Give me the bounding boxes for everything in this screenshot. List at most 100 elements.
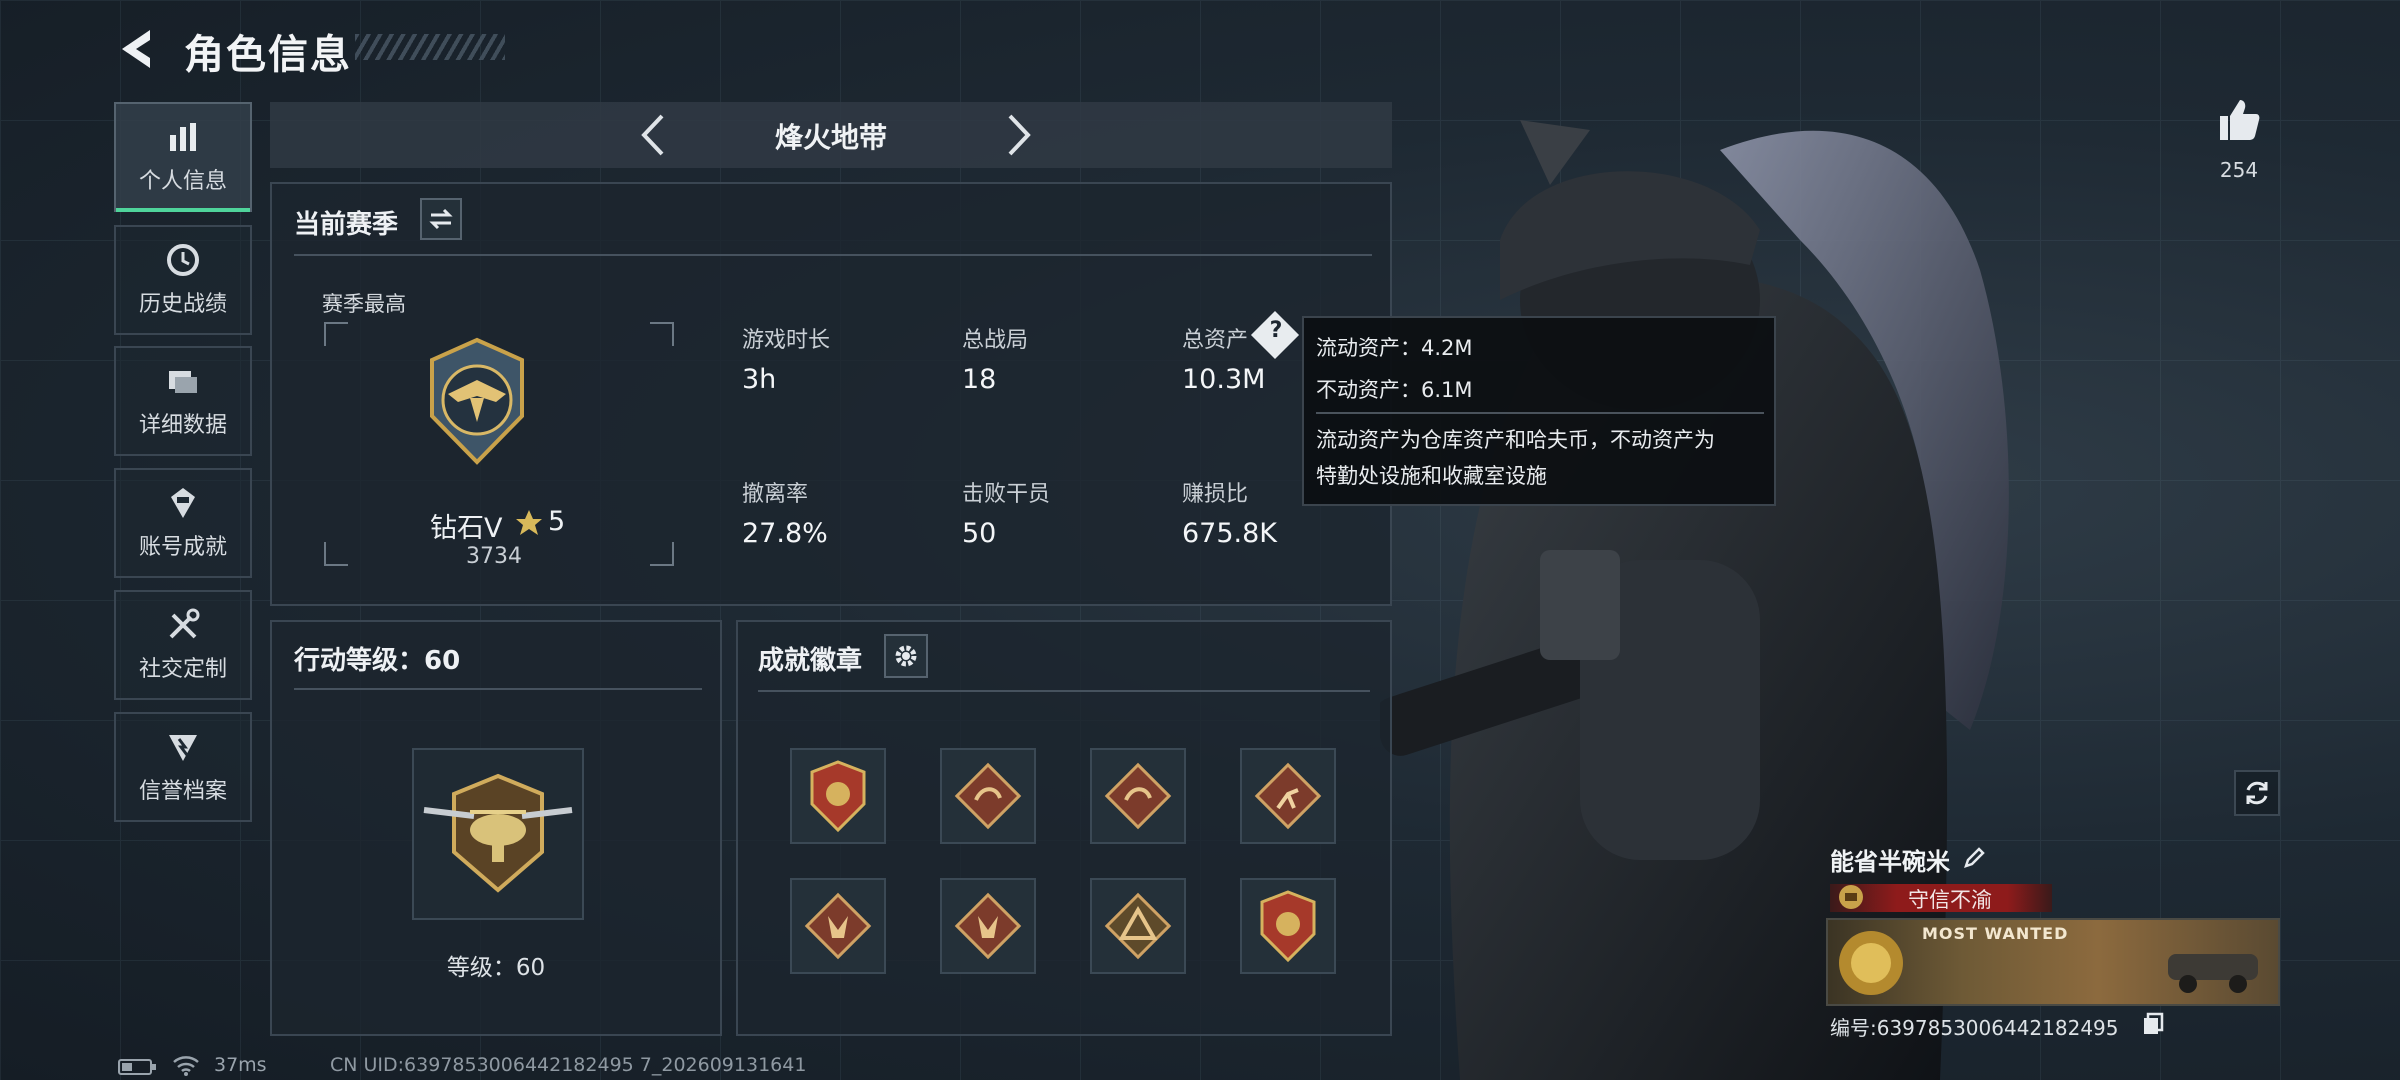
nav-label: 个人信息 <box>138 169 227 194</box>
stat-label-extraction-rate: 撤离率 <box>742 482 809 507</box>
vehicle-icon <box>2168 954 2258 993</box>
season-panel: 当前赛季 赛季最高 钻石V 5 3734 游戏时长 3h 总战局 18 总资产 … <box>270 182 1392 606</box>
wolf-badge-icon <box>954 892 1022 960</box>
rank-stars: 5 <box>548 506 566 537</box>
swap-icon <box>429 208 453 230</box>
tooltip-desc-line2: 特勤处设施和收藏室设施 <box>1316 464 1547 488</box>
tooltip-separator <box>1316 412 1764 414</box>
action-level-title: 行动等级：60 <box>294 646 461 676</box>
player-id: 编号:6397853006442182495 <box>1830 1016 2119 1040</box>
nav-item-detailed-data[interactable]: 详细数据 <box>114 346 252 456</box>
mode-selector-bar: 烽火地带 <box>270 102 1392 168</box>
page-title: 角色信息 <box>184 32 352 78</box>
refresh-icon <box>2246 781 2268 805</box>
stat-value-profit-ratio: 675.8K <box>1182 518 1278 549</box>
wolf-badge-icon <box>804 892 872 960</box>
achievement-badge[interactable] <box>1240 748 1336 844</box>
achievements-separator <box>758 690 1370 692</box>
nav-item-credit-file[interactable]: 信誉档案 <box>114 712 252 822</box>
action-level-separator <box>294 688 702 690</box>
mode-name: 烽火地带 <box>774 121 887 154</box>
level-emblem-frame <box>412 748 584 920</box>
stat-label-playtime: 游戏时长 <box>742 328 831 353</box>
frame-corner <box>650 542 674 566</box>
gear-icon <box>895 645 917 667</box>
player-name: 能省半碗米 <box>1830 848 1950 876</box>
stat-value-kills: 50 <box>962 518 997 549</box>
battery-icon <box>118 1059 156 1075</box>
bar-chart-icon <box>170 123 196 151</box>
title-decoration <box>355 34 505 60</box>
frame-corner <box>324 542 348 566</box>
thumbs-up-icon[interactable] <box>2214 96 2262 144</box>
tooltip-fixed-assets: 不动资产：6.1M <box>1316 378 1473 402</box>
card-text: MOST WANTED <box>1922 924 2069 943</box>
back-arrow-icon[interactable] <box>112 24 162 74</box>
stat-value-total-assets: 10.3M <box>1182 364 1266 395</box>
nav-label: 历史战绩 <box>138 292 227 317</box>
credit-seal-icon <box>1839 885 1863 909</box>
achievements-settings-button[interactable] <box>884 634 928 678</box>
like-count: 254 <box>2219 158 2259 182</box>
next-mode-chevron-icon[interactable] <box>992 110 1042 160</box>
achievement-badge[interactable] <box>790 878 886 974</box>
stat-value-extraction-rate: 27.8% <box>742 518 828 549</box>
star-icon <box>516 510 542 535</box>
nav-label: 社交定制 <box>138 657 227 682</box>
copy-icon[interactable] <box>2142 1012 2164 1036</box>
nav-label: 详细数据 <box>138 413 227 438</box>
tools-icon <box>169 608 200 639</box>
tooltip-desc-line1: 流动资产为仓库资产和哈夫币，不动资产为 <box>1316 428 1715 452</box>
runner-badge-icon <box>1254 762 1322 830</box>
player-card-banner[interactable]: MOST WANTED <box>1826 918 2280 1006</box>
credit-icon <box>169 735 197 761</box>
nav-item-social-custom[interactable]: 社交定制 <box>114 590 252 700</box>
achievements-panel: 成就徽章 <box>736 620 1392 1036</box>
nav-label: 信誉档案 <box>138 779 227 804</box>
achievements-title: 成就徽章 <box>758 646 863 676</box>
helicopter-emblem-icon <box>423 773 573 893</box>
wifi-icon <box>173 1056 199 1076</box>
nav-item-account-achievements[interactable]: 账号成就 <box>114 468 252 578</box>
stat-value-matches: 18 <box>962 364 997 395</box>
frame-corner <box>324 322 348 346</box>
credit-tag-text: 守信不渝 <box>1908 888 1992 912</box>
shield-badge-icon <box>1260 890 1316 963</box>
edit-pencil-icon[interactable] <box>1962 846 1986 870</box>
stat-label-profit-ratio: 赚损比 <box>1182 482 1249 507</box>
ping-text: 37ms <box>214 1054 267 1076</box>
season-switch-button[interactable] <box>420 198 462 240</box>
nav-item-history[interactable]: 历史战绩 <box>114 225 252 335</box>
gold-trophy-icon <box>1839 931 1903 995</box>
history-icon <box>167 244 199 276</box>
stat-label-matches: 总战局 <box>962 328 1029 353</box>
achievement-icon <box>171 488 195 518</box>
achievement-badge[interactable] <box>1090 878 1186 974</box>
folders-icon <box>169 371 197 393</box>
level-text: 等级：60 <box>446 955 546 981</box>
assets-tooltip: 流动资产：4.2M 不动资产：6.1M 流动资产为仓库资产和哈夫币，不动资产为 … <box>1302 316 1776 506</box>
action-level-panel: 行动等级：60 等级：60 <box>270 620 722 1036</box>
triangle-badge-icon <box>1104 892 1172 960</box>
question-icon: ? <box>1269 318 1283 343</box>
stat-label-total-assets: 总资产 <box>1182 328 1249 353</box>
achievement-badge[interactable] <box>940 878 1036 974</box>
uid-text: CN UID:6397853006442182495 7_20260913164… <box>330 1054 807 1076</box>
stat-value-playtime: 3h <box>742 364 777 395</box>
rotate-view-button[interactable] <box>2234 770 2280 816</box>
rank-name: 钻石V <box>430 513 503 544</box>
dragon-badge-icon <box>1104 762 1172 830</box>
season-separator <box>294 254 1372 256</box>
achievement-badge[interactable] <box>1090 748 1186 844</box>
achievement-badge[interactable] <box>940 748 1036 844</box>
frame-corner <box>650 322 674 346</box>
rank-points: 3734 <box>466 544 522 569</box>
shield-badge-icon <box>810 760 866 833</box>
achievement-badge[interactable] <box>1240 878 1336 974</box>
achievement-badge[interactable] <box>790 748 886 844</box>
season-title: 当前赛季 <box>294 210 399 240</box>
stat-label-kills: 击败干员 <box>962 482 1051 507</box>
season-peak-label: 赛季最高 <box>322 292 406 316</box>
nav-item-personal-info[interactable]: 个人信息 <box>114 102 252 212</box>
nav-label: 账号成就 <box>138 535 227 560</box>
